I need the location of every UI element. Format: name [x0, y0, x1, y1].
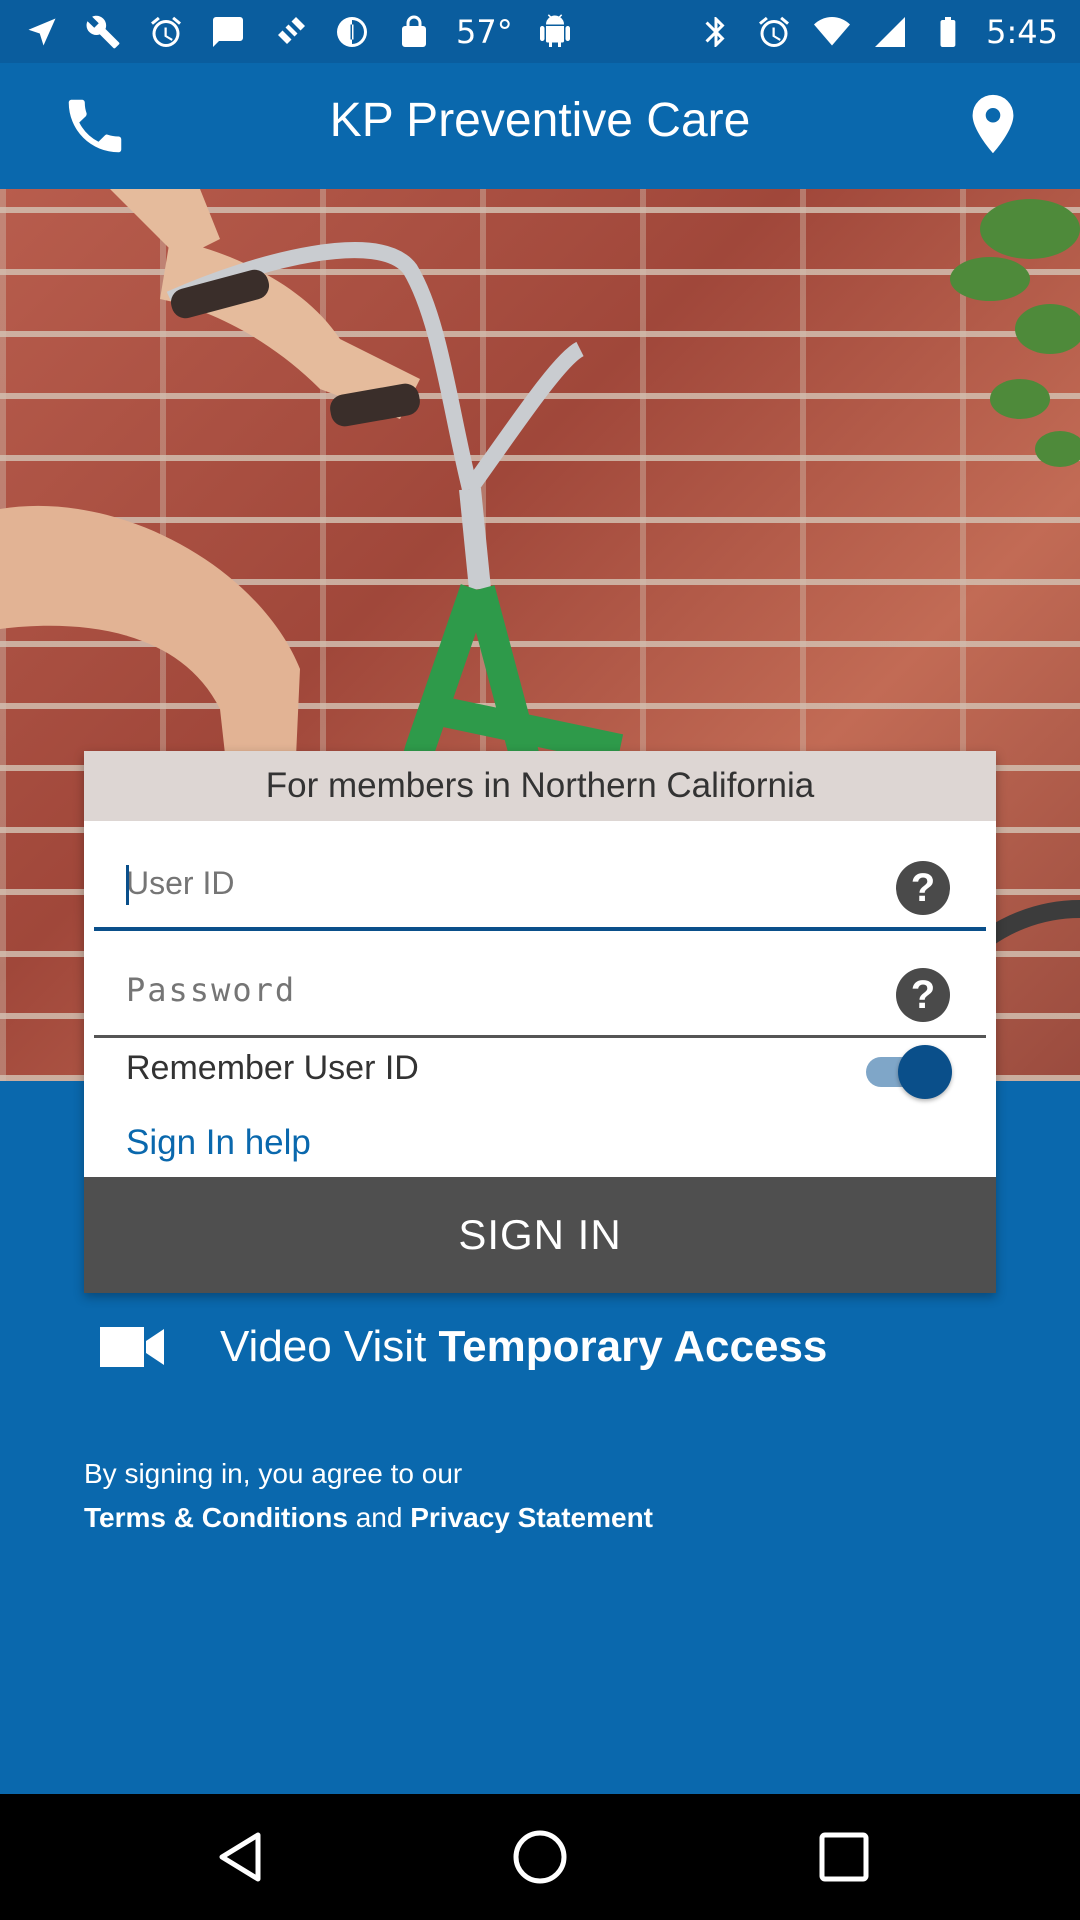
remember-user-id-label: Remember User ID	[126, 1049, 419, 1087]
user-id-help-icon[interactable]: ?	[896, 861, 950, 915]
bluetooth-icon	[696, 12, 736, 52]
signal-icon	[870, 12, 910, 52]
legal-intro: By signing in, you agree to our	[84, 1458, 463, 1489]
app-bar: KP Preventive Care	[0, 63, 1080, 189]
sign-in-button[interactable]: SIGN IN	[84, 1177, 996, 1293]
back-icon[interactable]	[210, 1827, 270, 1887]
login-card: For members in Northern California ? ? R…	[84, 751, 996, 1293]
battery-icon	[928, 12, 968, 52]
data-saver-icon	[332, 12, 372, 52]
home-icon[interactable]	[510, 1827, 570, 1887]
password-input[interactable]	[94, 948, 874, 1032]
alarm-icon	[754, 12, 794, 52]
user-id-input[interactable]	[94, 841, 874, 925]
legal-notice: By signing in, you agree to our Terms & …	[84, 1452, 653, 1540]
video-visit-link[interactable]: Video Visit Temporary Access	[100, 1312, 827, 1382]
temporary-access-label: Temporary Access	[438, 1322, 828, 1371]
location-pin-icon[interactable]	[958, 89, 1028, 159]
terms-link[interactable]: Terms & Conditions	[84, 1502, 348, 1533]
app-title: KP Preventive Care	[329, 94, 751, 147]
system-nav-bar	[0, 1794, 1080, 1920]
privacy-link[interactable]: Privacy Statement	[410, 1502, 653, 1533]
password-field[interactable]: ?	[94, 948, 986, 1038]
sign-in-help-link[interactable]: Sign In help	[126, 1123, 311, 1163]
text-cursor	[126, 865, 129, 905]
video-visit-label: Video Visit	[220, 1322, 439, 1371]
fake-gps-icon	[270, 12, 310, 52]
lock-icon	[394, 12, 434, 52]
navigation-icon	[22, 12, 62, 52]
video-camera-icon	[100, 1327, 164, 1367]
alarm-icon	[146, 12, 186, 52]
remember-user-id-toggle[interactable]	[866, 1045, 952, 1099]
password-help-icon[interactable]: ?	[896, 968, 950, 1022]
android-icon	[535, 12, 575, 52]
region-header: For members in Northern California	[84, 751, 996, 821]
status-bar: 57° 5:45	[0, 0, 1080, 63]
user-id-field[interactable]: ?	[94, 841, 986, 931]
clock-text: 5:45	[986, 13, 1058, 51]
remember-user-id-row: Remember User ID	[84, 1041, 996, 1101]
message-icon	[208, 12, 248, 52]
recents-icon[interactable]	[814, 1827, 874, 1887]
legal-and: and	[347, 1502, 411, 1533]
wrench-icon	[84, 12, 124, 52]
temperature-text: 57°	[456, 13, 513, 51]
wifi-icon	[812, 12, 852, 52]
